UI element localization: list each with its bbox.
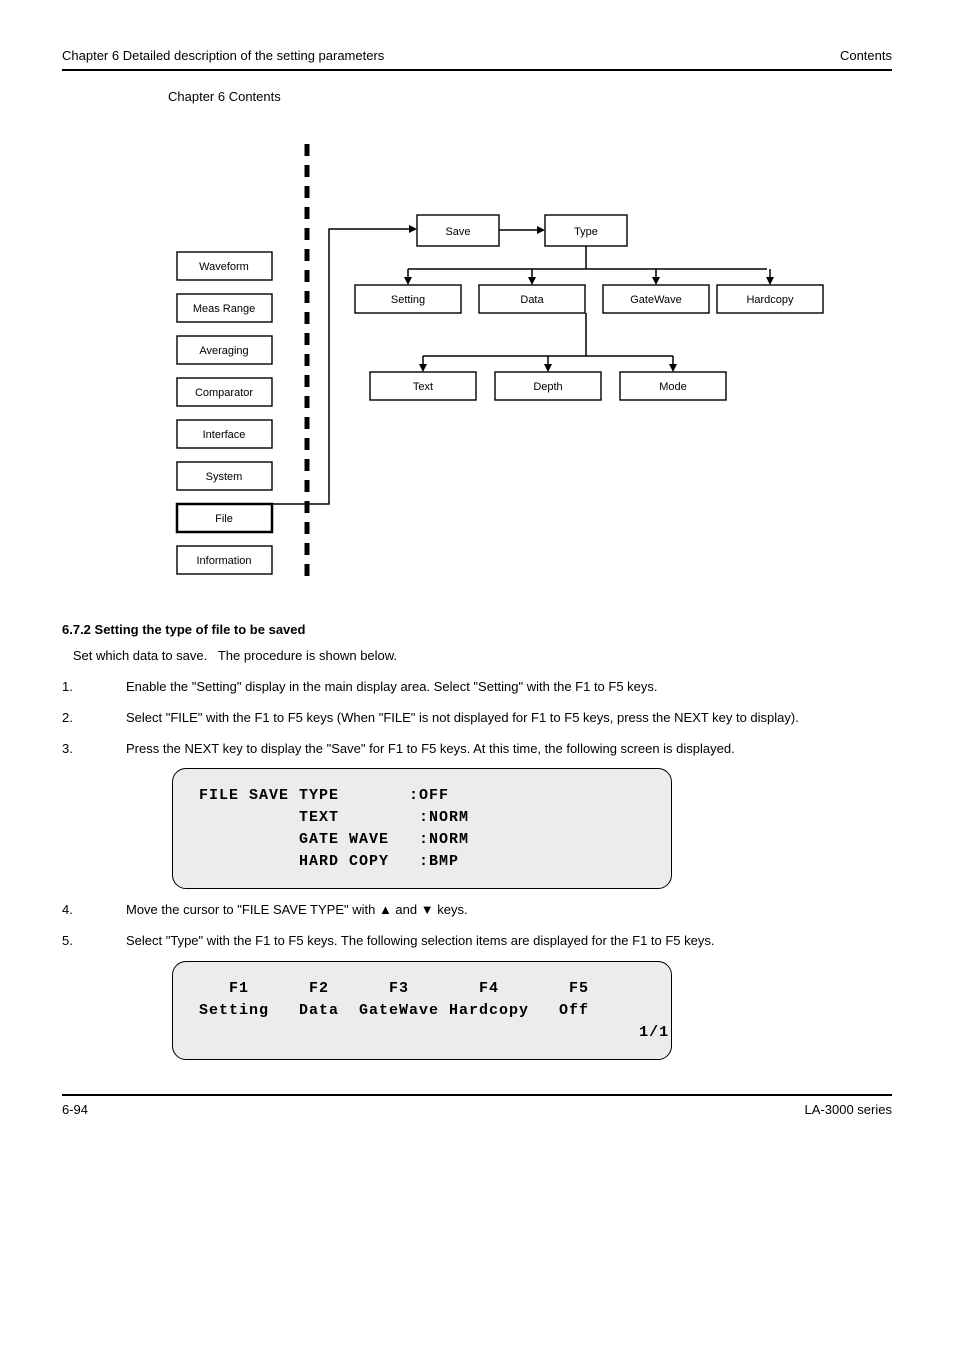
header-right: Contents [840, 48, 892, 63]
footer-page: 6-94 [62, 1102, 88, 1117]
display-panel-5: F1 F2 F3 F4 F5Setting Data GateWave Hard… [172, 961, 672, 1060]
step-5: 5.Select "Type" with the F1 to F5 keys. … [62, 932, 892, 951]
svg-text:Information: Information [196, 555, 251, 567]
flow-diagram: Waveform Meas Range Averaging Comparator Int… [97, 104, 857, 604]
svg-text:GateWave: GateWave [630, 294, 682, 306]
step-1: 1.Enable the "Setting" display in the ma… [62, 678, 892, 697]
svg-text:System: System [206, 471, 243, 483]
svg-text:Hardcopy: Hardcopy [746, 294, 794, 306]
section-title: 6.7.2 Setting the type of file to be sav… [62, 622, 892, 637]
flow-type: Type [574, 226, 598, 238]
footer-model: LA-3000 series [805, 1102, 892, 1117]
display-panel-3: FILE SAVE TYPE :OFF TEXT :NORM GATE WAVE… [172, 768, 672, 889]
chapter-toc-title: Chapter 6 Contents [168, 89, 892, 104]
svg-text:Meas Range: Meas Range [193, 303, 255, 315]
flow-save: Save [445, 226, 470, 238]
svg-text:Interface: Interface [203, 429, 246, 441]
svg-text:Averaging: Averaging [199, 345, 248, 357]
svg-text:Comparator: Comparator [195, 387, 253, 399]
step-4: 4.Move the cursor to "FILE SAVE TYPE" wi… [62, 901, 892, 920]
svg-text:Waveform: Waveform [199, 261, 249, 273]
header-left: Chapter 6 Detailed description of the se… [62, 48, 384, 63]
svg-text:Depth: Depth [533, 381, 562, 393]
step-3: 3.Press the NEXT key to display the "Sav… [62, 740, 892, 759]
svg-text:Mode: Mode [659, 381, 687, 393]
svg-text:File: File [215, 513, 233, 525]
section-intro: Set which data to save. The procedure is… [62, 647, 892, 666]
svg-text:Text: Text [413, 381, 433, 393]
svg-text:Setting: Setting [391, 294, 425, 306]
step-2: 2.Select "FILE" with the F1 to F5 keys (… [62, 709, 892, 728]
svg-text:Data: Data [520, 294, 544, 306]
